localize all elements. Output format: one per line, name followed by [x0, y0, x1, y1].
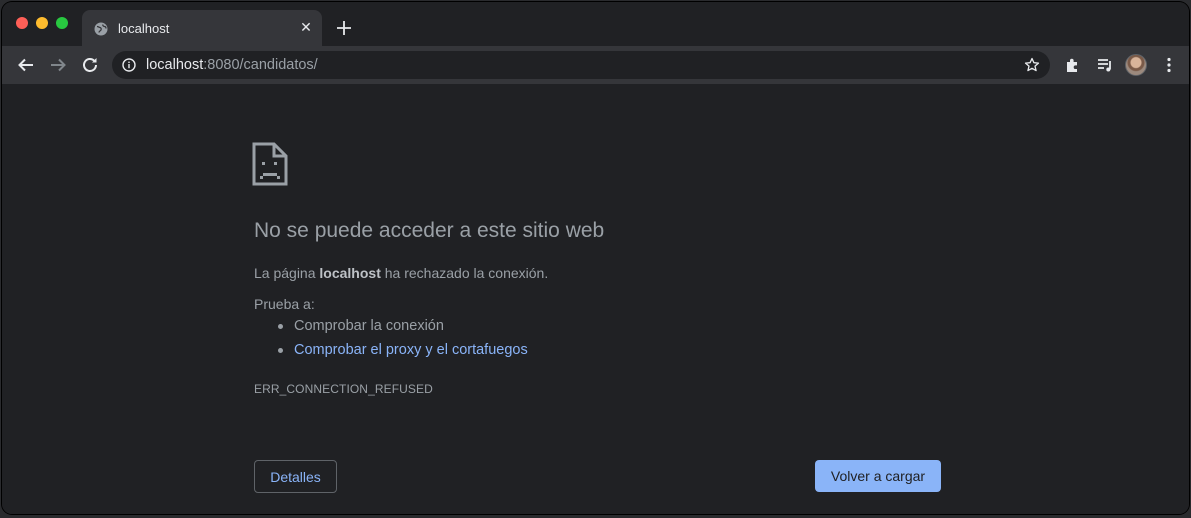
tab-localhost[interactable]: localhost ✕ [82, 10, 322, 46]
minimize-window-button[interactable] [36, 17, 48, 29]
reload-icon[interactable] [80, 55, 100, 75]
sad-document-icon [252, 142, 288, 186]
zoom-window-button[interactable] [56, 17, 68, 29]
proxy-firewall-link[interactable]: Comprobar el proxy y el cortafuegos [294, 342, 528, 358]
browser-window: localhost ✕ localhost:8080/candidatos/ N… [2, 2, 1189, 514]
suggestion-list: Comprobar la conexión Comprobar el proxy… [254, 314, 528, 362]
list-item: Comprobar la conexión [254, 314, 528, 338]
details-button[interactable]: Detalles [254, 460, 337, 493]
globe-icon [94, 22, 108, 36]
page-content: No se puede acceder a este sitio web La … [2, 84, 1189, 514]
error-message-prefix: La página [254, 265, 320, 281]
plus-icon[interactable] [334, 18, 354, 38]
kebab-menu-icon[interactable] [1159, 55, 1179, 75]
media-queue-icon[interactable] [1095, 55, 1115, 75]
url-path: :8080/candidatos/ [203, 57, 318, 73]
tab-strip: localhost ✕ [2, 2, 1189, 46]
forward-arrow-icon[interactable] [48, 55, 68, 75]
profile-avatar[interactable] [1125, 54, 1147, 76]
list-item: Comprobar el proxy y el cortafuegos [254, 338, 528, 362]
error-code: ERR_CONNECTION_REFUSED [254, 382, 433, 396]
address-bar[interactable]: localhost:8080/candidatos/ [112, 51, 1050, 79]
error-message-suffix: ha rechazado la conexión. [380, 265, 549, 281]
tab-title: localhost [118, 21, 170, 36]
url-text[interactable]: localhost:8080/candidatos/ [146, 57, 318, 73]
back-arrow-icon[interactable] [16, 55, 36, 75]
try-label: Prueba a: [254, 296, 315, 312]
error-heading: No se puede acceder a este sitio web [254, 219, 605, 242]
toolbar: localhost:8080/candidatos/ [2, 46, 1189, 84]
close-window-button[interactable] [16, 17, 28, 29]
star-icon[interactable] [1024, 57, 1040, 73]
puzzle-icon[interactable] [1063, 55, 1083, 75]
error-message-host: localhost [319, 265, 381, 281]
close-icon[interactable]: ✕ [298, 19, 314, 35]
error-message: La página localhost ha rechazado la cone… [254, 265, 548, 281]
reload-button[interactable]: Volver a cargar [815, 460, 941, 492]
suggestion-check-connection: Comprobar la conexión [294, 318, 444, 334]
url-host: localhost [146, 57, 204, 73]
info-icon[interactable] [122, 58, 136, 72]
